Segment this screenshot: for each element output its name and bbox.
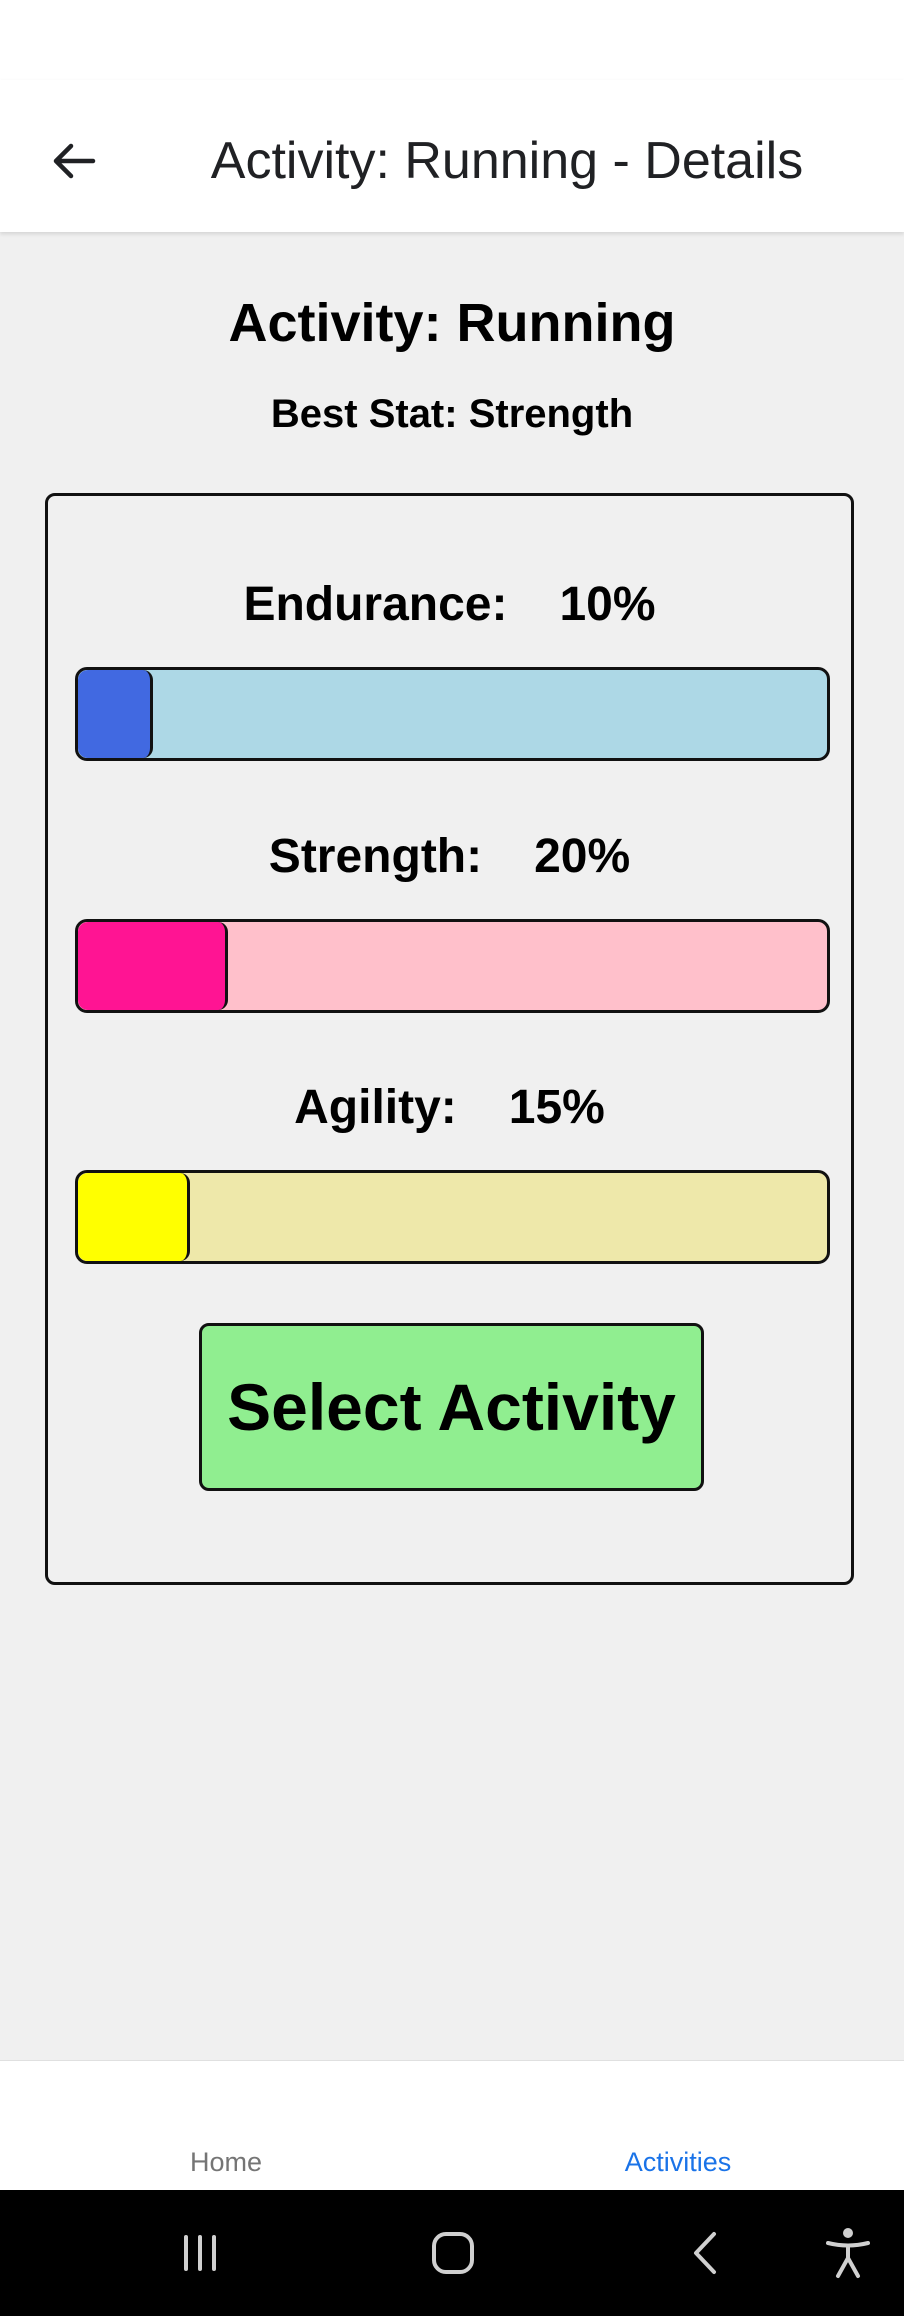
best-stat-label: Best Stat: Strength — [270, 392, 634, 436]
stat-percent: 10% — [559, 578, 656, 631]
accessibility-button[interactable] — [808, 2213, 888, 2293]
page-title: Activity: Running - Details — [210, 132, 804, 190]
status-bar — [0, 0, 904, 80]
stat-name: Endurance: — [243, 578, 508, 631]
stat-label-strength: Strength: 20% — [48, 827, 851, 887]
stat-label-endurance: Endurance: 10% — [48, 575, 851, 635]
app-header: Activity: Running - Details — [0, 80, 904, 232]
system-back-button[interactable] — [666, 2213, 746, 2293]
stat-bar-agility — [75, 1170, 830, 1264]
back-icon — [694, 2232, 716, 2274]
arrow-left-icon — [53, 143, 96, 179]
system-home-button[interactable] — [413, 2213, 493, 2293]
accessibility-icon — [826, 2228, 870, 2278]
stat-bar-fill — [78, 1173, 191, 1261]
activity-title: Activity: Running — [228, 293, 676, 353]
stat-label-agility: Agility: 15% — [48, 1078, 851, 1138]
stat-bar-strength — [75, 919, 830, 1013]
stat-name: Strength: — [268, 830, 483, 883]
stat-percent: 20% — [534, 830, 631, 883]
stat-bar-fill — [78, 922, 228, 1010]
recent-apps-button[interactable] — [160, 2213, 240, 2293]
tab-home[interactable]: Home — [76, 2145, 376, 2179]
stats-card: Endurance: 10% Strength: 20% Agility: 15% S… — [45, 493, 854, 1585]
select-activity-button[interactable]: Select Activity — [199, 1323, 704, 1491]
stat-bar-endurance — [75, 667, 830, 761]
bottom-nav: Home Activities — [0, 2060, 904, 2191]
back-button[interactable] — [38, 126, 108, 196]
home-icon — [432, 2232, 474, 2274]
tab-activities[interactable]: Activities — [528, 2145, 828, 2179]
stat-percent: 15% — [508, 1081, 605, 1134]
system-nav-bar — [0, 2190, 904, 2316]
stat-name: Agility: — [294, 1081, 457, 1134]
recent-apps-icon — [184, 2235, 216, 2271]
stat-bar-fill — [78, 670, 153, 758]
